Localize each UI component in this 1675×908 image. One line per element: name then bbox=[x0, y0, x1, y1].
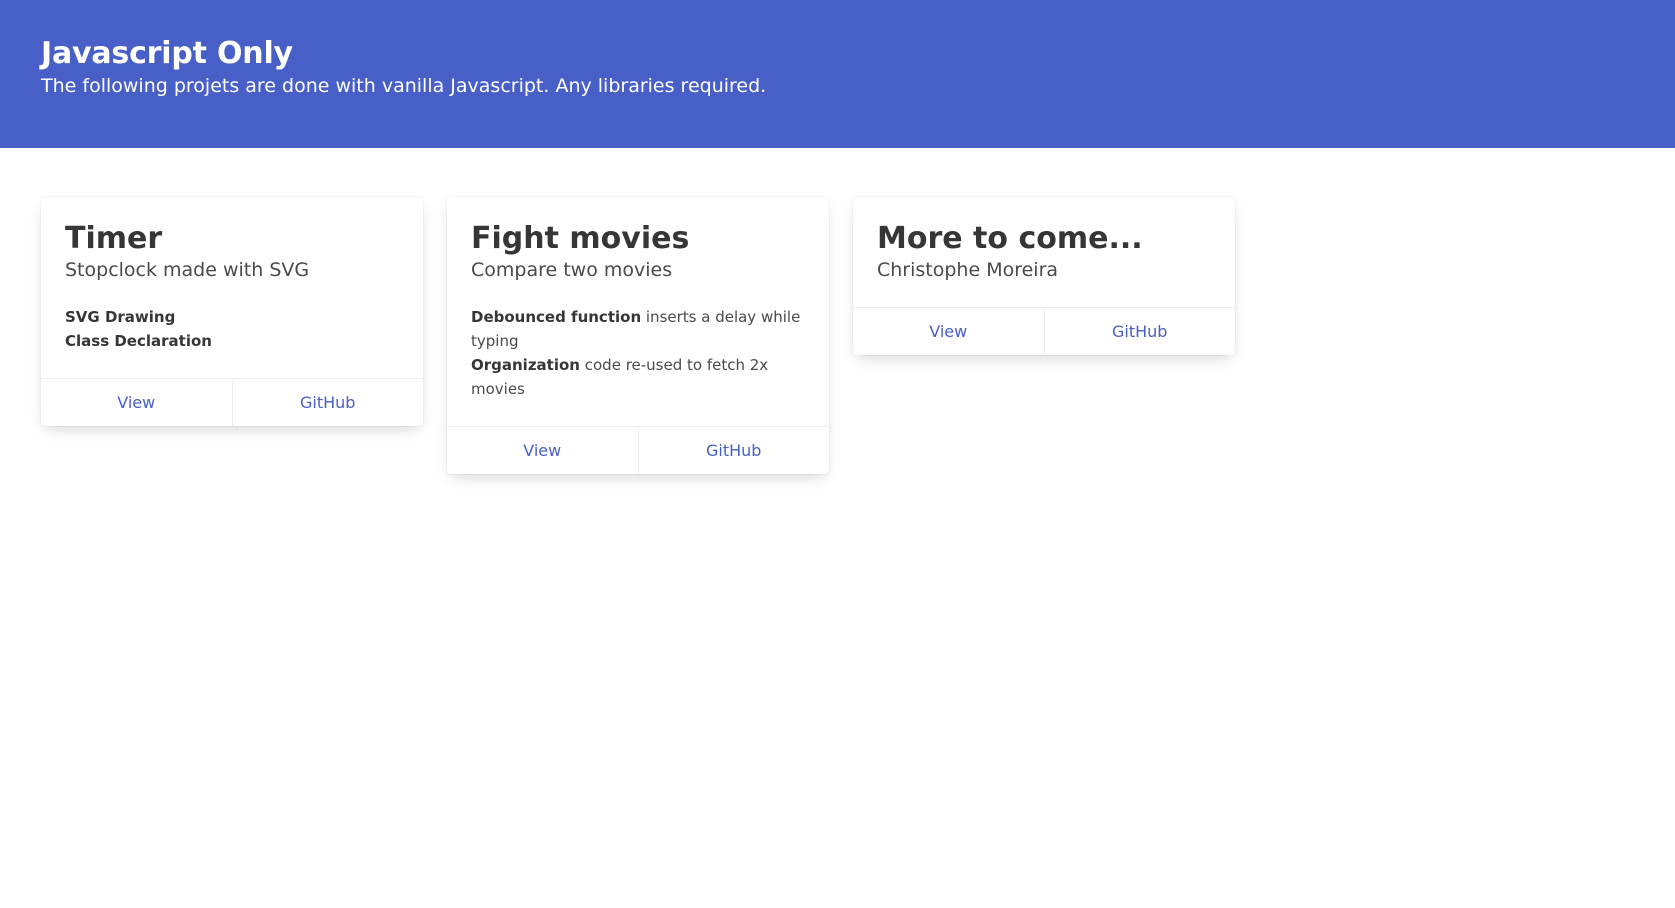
card-description: SVG Drawing Class Declaration bbox=[65, 305, 399, 353]
card-footer: View GitHub bbox=[853, 307, 1235, 355]
project-card-timer: Timer Stopclock made with SVG SVG Drawin… bbox=[41, 197, 423, 426]
feature-name: Debounced function bbox=[471, 308, 642, 326]
feature-line: Debounced function inserts a delay while… bbox=[471, 305, 805, 353]
view-link[interactable]: View bbox=[447, 427, 638, 474]
project-cards: Timer Stopclock made with SVG SVG Drawin… bbox=[0, 148, 1675, 474]
hero-banner: Javascript Only The following projets ar… bbox=[0, 0, 1675, 148]
feature-name: SVG Drawing bbox=[65, 308, 176, 326]
view-link[interactable]: View bbox=[41, 379, 232, 426]
feature-line: Class Declaration bbox=[65, 329, 399, 353]
card-content: Fight movies Compare two movies Debounce… bbox=[447, 197, 829, 426]
view-link[interactable]: View bbox=[853, 308, 1044, 355]
page-title: Javascript Only bbox=[41, 36, 293, 71]
feature-name: Organization bbox=[471, 356, 580, 374]
card-title: Timer bbox=[65, 221, 163, 256]
card-description: Debounced function inserts a delay while… bbox=[471, 305, 805, 401]
card-subtitle: Stopclock made with SVG bbox=[65, 259, 310, 281]
feature-line: SVG Drawing bbox=[65, 305, 399, 329]
card-content: More to come... Christophe Moreira bbox=[853, 197, 1235, 307]
card-subtitle: Christophe Moreira bbox=[877, 259, 1059, 281]
github-link[interactable]: GitHub bbox=[637, 427, 830, 474]
github-link[interactable]: GitHub bbox=[231, 379, 424, 426]
feature-line: Organization code re-used to fetch 2x mo… bbox=[471, 353, 805, 401]
card-footer: View GitHub bbox=[447, 426, 829, 474]
card-title: Fight movies bbox=[471, 221, 690, 256]
github-link[interactable]: GitHub bbox=[1043, 308, 1236, 355]
card-title: More to come... bbox=[877, 221, 1143, 256]
card-subtitle: Compare two movies bbox=[471, 259, 673, 281]
feature-name: Class Declaration bbox=[65, 332, 212, 350]
project-card-more-to-come: More to come... Christophe Moreira View … bbox=[853, 197, 1235, 355]
card-content: Timer Stopclock made with SVG SVG Drawin… bbox=[41, 197, 423, 378]
project-card-fight-movies: Fight movies Compare two movies Debounce… bbox=[447, 197, 829, 474]
page-subtitle: The following projets are done with vani… bbox=[41, 75, 767, 97]
card-footer: View GitHub bbox=[41, 378, 423, 426]
